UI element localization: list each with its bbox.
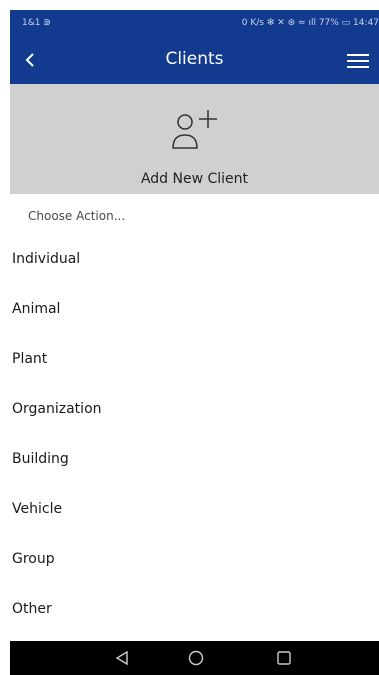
nav-recents-button[interactable]: [272, 646, 296, 670]
option-individual[interactable]: Individual: [10, 234, 379, 284]
action-sheet: Choose Action... Individual Animal Plant…: [10, 194, 379, 641]
triangle-back-icon: [115, 650, 128, 666]
status-indicators: 0 K/s ✻ ✕ ⊛ ≈ ıll 77% ▭ 14:47: [241, 18, 379, 28]
status-bar: 1&1 ⋑ 0 K/s ✻ ✕ ⊛ ≈ ıll 77% ▭ 14:47: [10, 10, 379, 38]
option-building[interactable]: Building: [10, 434, 379, 484]
add-new-client-button[interactable]: Add New Client: [10, 84, 379, 194]
action-sheet-prompt: Choose Action...: [28, 209, 126, 223]
add-person-icon: [172, 110, 217, 149]
add-new-client-label: Add New Client: [140, 171, 249, 187]
nav-home-button[interactable]: [184, 646, 208, 670]
option-group[interactable]: Group: [10, 534, 379, 584]
square-recents-icon: [277, 651, 291, 665]
menu-button[interactable]: [343, 46, 373, 76]
nav-back-button[interactable]: [110, 646, 134, 670]
option-vehicle[interactable]: Vehicle: [10, 484, 379, 534]
system-nav-bar: [10, 641, 379, 675]
option-plant[interactable]: Plant: [10, 334, 379, 384]
page-title: Clients: [165, 49, 224, 69]
hamburger-menu-icon: [347, 54, 369, 68]
app-bar: Clients: [10, 38, 379, 84]
option-animal[interactable]: Animal: [10, 284, 379, 334]
phone-screen: 1&1 ⋑ 0 K/s ✻ ✕ ⊛ ≈ ıll 77% ▭ 14:47 Clie…: [10, 10, 379, 675]
action-options-list: Individual Animal Plant Organization Bui…: [10, 234, 379, 634]
option-other[interactable]: Other: [10, 584, 379, 634]
circle-home-icon: [188, 650, 204, 666]
carrier-label: 1&1 ⋑: [22, 18, 51, 28]
option-organization[interactable]: Organization: [10, 384, 379, 434]
